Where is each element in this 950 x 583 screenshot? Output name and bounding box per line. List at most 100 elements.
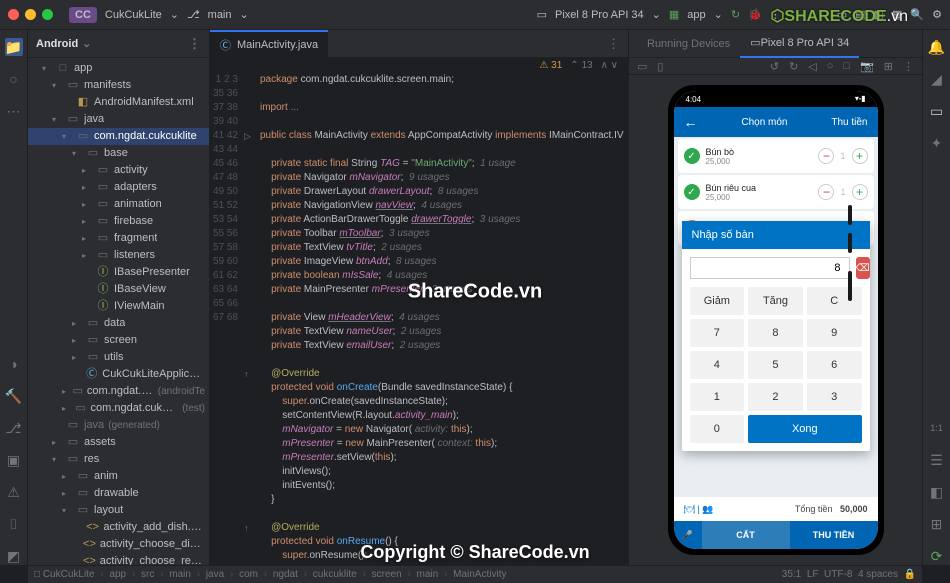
tool-icon[interactable]: ▦ — [892, 8, 902, 21]
tree-item[interactable]: ▾▭base — [28, 145, 209, 162]
vcs-branch-icon[interactable]: ⎇ — [187, 8, 200, 21]
volume-up-icon[interactable]: ▯ — [657, 60, 663, 73]
gutter-icons[interactable]: ▷↑↑ — [244, 73, 260, 565]
tree-item[interactable]: ⒾIViewMain — [28, 298, 209, 315]
plus-button[interactable]: + — [852, 184, 868, 200]
table-number-input[interactable] — [690, 257, 850, 279]
minus-button[interactable]: − — [818, 148, 834, 164]
tree-settings-icon[interactable]: ⋮ — [188, 36, 201, 52]
tree-item[interactable]: ▸▭firebase — [28, 213, 209, 230]
keypad-key[interactable]: Giảm — [690, 287, 745, 315]
search-icon[interactable]: 🔍 — [910, 8, 924, 21]
gear-icon[interactable]: ⚙ — [932, 8, 942, 21]
sync-icon[interactable]: ⟳ — [928, 547, 946, 565]
tree-item[interactable]: <>activity_choose_restaurant_typ — [28, 553, 209, 565]
layout-icon[interactable]: ◧ — [928, 483, 946, 501]
gradle-icon[interactable]: ◢ — [928, 70, 946, 88]
indent[interactable]: 4 spaces — [858, 569, 898, 580]
commit-icon[interactable]: ○ — [5, 70, 23, 88]
minus-button[interactable]: − — [818, 184, 834, 200]
table-icon[interactable]: 🍽 | 👥 — [684, 504, 714, 515]
overview-icon[interactable]: □ — [843, 60, 850, 72]
tree-item[interactable]: ◧AndroidManifest.xml — [28, 94, 209, 111]
tree-item[interactable]: ▸▭data — [28, 315, 209, 332]
line-ending[interactable]: LF — [807, 569, 819, 580]
code-area[interactable]: package com.ngdat.cukcuklite.screen.main… — [260, 73, 628, 565]
plus-button[interactable]: + — [852, 148, 868, 164]
device-icon[interactable]: ▭ — [537, 8, 547, 21]
tree-item[interactable]: <>activity_add_dish.xml — [28, 519, 209, 536]
problems-icon[interactable]: ⚠ — [5, 483, 23, 501]
run-config[interactable]: app — [687, 9, 705, 21]
device-manager-icon[interactable]: ✦ — [928, 134, 946, 152]
bookmarks-icon[interactable]: ◑ — [5, 355, 23, 373]
build-icon[interactable]: 🔨 — [5, 387, 23, 405]
tree-item[interactable]: ▾▭com.ngdat.cukcuklite — [28, 128, 209, 145]
tree-item[interactable]: ▸▭com.ngdat.cukcuklite (test) — [28, 400, 209, 417]
tree-item[interactable]: ▸▭com.ngdat.cukcuklite (androidTe — [28, 383, 209, 400]
check-icon[interactable]: ✓ — [684, 184, 700, 200]
terminal-icon[interactable]: ▣ — [5, 451, 23, 469]
encoding[interactable]: UTF-8 — [824, 569, 852, 580]
save-button[interactable]: CẤT — [702, 521, 790, 549]
appbar-action[interactable]: Thu tiền — [831, 117, 867, 128]
tree-item[interactable]: ▸▭activity — [28, 162, 209, 179]
keypad-key[interactable]: 8 — [748, 319, 803, 347]
power-button[interactable] — [848, 271, 852, 301]
chevron-down-icon[interactable]: ⌄ — [714, 8, 723, 21]
tab-more-icon[interactable]: ⋮ — [599, 36, 628, 52]
chevron-down-icon[interactable]: ⌄ — [240, 8, 249, 21]
keypad-key[interactable]: 4 — [690, 351, 745, 379]
project-name[interactable]: CukCukLite — [105, 9, 162, 21]
dish-row[interactable]: ✓Bún riêu cua25,000−1+ — [678, 175, 874, 209]
volume-down-button[interactable] — [848, 233, 852, 253]
db-icon[interactable]: ☰ — [928, 451, 946, 469]
power-icon[interactable]: ▭ — [637, 60, 647, 73]
logcat-icon[interactable]: ◩ — [5, 547, 23, 565]
keypad-key[interactable]: 1 — [690, 383, 745, 411]
keypad-key[interactable]: 3 — [807, 383, 862, 411]
tree-item[interactable]: ▾▭manifests — [28, 77, 209, 94]
rotate-icon[interactable]: ↻ — [789, 60, 798, 73]
tool-icon[interactable]: ▭ — [837, 8, 847, 21]
dish-row[interactable]: ✓Bún bò25,000−1+ — [678, 139, 874, 173]
device-tab[interactable]: ▭ Pixel 8 Pro API 34 — [740, 30, 859, 58]
editor-inspection-bar[interactable]: ⚠ 31 ⌃ 13 ∧ ∨ — [210, 58, 628, 73]
tree-item[interactable]: ▭java (generated) — [28, 417, 209, 434]
notifications-icon[interactable]: 🔔 — [928, 38, 946, 56]
chevron-down-icon[interactable]: ⌄ — [170, 8, 179, 21]
tool-icon[interactable]: ◧ — [874, 8, 884, 21]
tool-icon[interactable]: ▤ — [855, 8, 865, 21]
tree-item[interactable]: ▸▭utils — [28, 349, 209, 366]
tree-item[interactable]: <>activity_choose_dish_default.x — [28, 536, 209, 553]
structure-icon[interactable]: ⋯ — [5, 102, 23, 120]
tree-item[interactable]: ▸▭listeners — [28, 247, 209, 264]
tree-item[interactable]: ▸▭screen — [28, 332, 209, 349]
tree-item[interactable]: ▾▭java — [28, 111, 209, 128]
volume-up-button[interactable] — [848, 205, 852, 225]
debug-icon[interactable]: 🐞 — [748, 8, 762, 21]
back-icon[interactable]: ← — [684, 114, 698, 130]
lock-icon[interactable]: 🔒 — [904, 569, 916, 580]
keypad-key[interactable]: 0 — [690, 415, 745, 443]
inspector-icon[interactable]: ⊞ — [928, 515, 946, 533]
back-icon[interactable]: ◁ — [808, 60, 816, 73]
tree-item[interactable]: ▸▭fragment — [28, 230, 209, 247]
chevron-down-icon[interactable]: ⌄ — [82, 37, 91, 50]
tree-header[interactable]: Android ⌄ ⋮ — [28, 30, 209, 58]
rotate-icon[interactable]: ↺ — [770, 60, 779, 73]
tree-item[interactable]: ▸▭animation — [28, 196, 209, 213]
keypad-key[interactable]: 7 — [690, 319, 745, 347]
home-icon[interactable]: ○ — [827, 60, 834, 72]
tree-item[interactable]: ▸▭adapters — [28, 179, 209, 196]
tree-item[interactable]: ⒸCukCukLiteApplication — [28, 366, 209, 383]
backspace-button[interactable]: ⌫ — [856, 257, 870, 279]
tree-item[interactable]: ⒾIBaseView — [28, 281, 209, 298]
tree-item[interactable]: ▸▭anim — [28, 468, 209, 485]
chevron-down-icon[interactable]: ⌄ — [652, 8, 661, 21]
window-controls[interactable] — [8, 9, 53, 20]
cursor-pos[interactable]: 35:1 — [782, 569, 801, 580]
device-selector[interactable]: Pixel 8 Pro API 34 — [555, 9, 644, 21]
tree-item[interactable]: ▾▭res — [28, 451, 209, 468]
gutter[interactable]: 1 2 3 35 36 37 38 39 40 41 42 43 44 45 4… — [210, 73, 244, 565]
